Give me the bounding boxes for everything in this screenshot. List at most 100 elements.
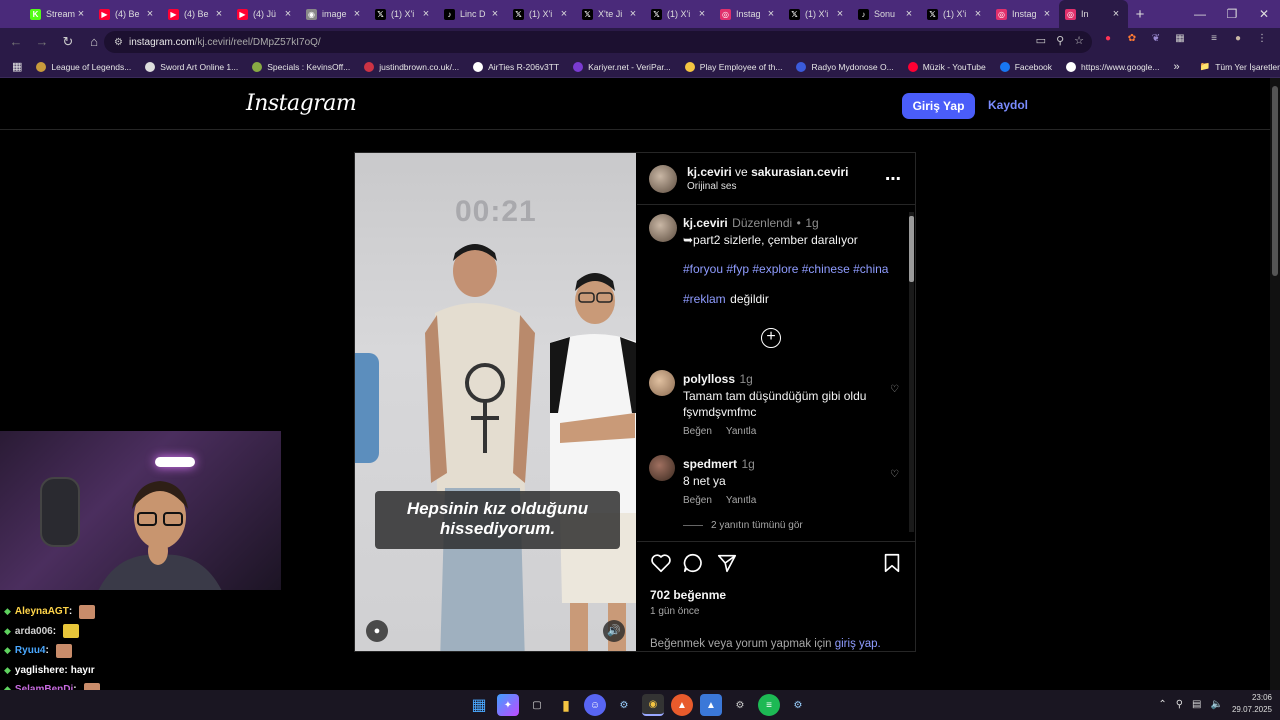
- browser-tab[interactable]: 𝕏 (1) X'i ×: [507, 0, 576, 28]
- browser-tab[interactable]: ◎ Instag ×: [714, 0, 783, 28]
- media-control-icon[interactable]: ≡: [1206, 31, 1222, 47]
- signup-link[interactable]: Kaydol: [988, 98, 1028, 112]
- page-scrollbar[interactable]: [1270, 78, 1280, 690]
- chat-username[interactable]: yaglishere: [15, 665, 64, 676]
- view-replies-link[interactable]: 2 yanıtın tümünü gör: [683, 520, 903, 531]
- bookmark-item[interactable]: League of Legends...: [36, 61, 131, 72]
- chat-username[interactable]: arda006: [15, 626, 53, 637]
- steam-icon[interactable]: ⚙: [613, 694, 635, 716]
- extension-red-icon[interactable]: ●: [1100, 31, 1116, 47]
- browser-tab[interactable]: ◉ image ×: [300, 0, 369, 28]
- home-icon[interactable]: ⌂: [82, 30, 106, 54]
- caption-hashtags[interactable]: #foryou #fyp #explore #chinese #china: [683, 262, 903, 276]
- tab-close-icon[interactable]: ×: [765, 8, 777, 20]
- network-icon[interactable]: ▤: [1192, 699, 1201, 710]
- chrome-icon[interactable]: ◉: [642, 694, 664, 716]
- menu-kebab-icon[interactable]: ⋮: [1254, 31, 1270, 47]
- tab-close-icon[interactable]: ×: [558, 8, 570, 20]
- forward-icon[interactable]: →: [30, 30, 54, 54]
- spotify-icon[interactable]: ≡: [758, 694, 780, 716]
- author-avatar[interactable]: [649, 165, 677, 193]
- bookmarks-overflow-icon[interactable]: »: [1173, 61, 1179, 73]
- reel-video[interactable]: 00:21 Hepsinin kız olduğunu hissediyorum…: [355, 153, 636, 651]
- bookmark-item[interactable]: https://www.google...: [1066, 61, 1159, 72]
- browser-tab[interactable]: ▶ (4) Be ×: [162, 0, 231, 28]
- tab-close-icon[interactable]: ×: [489, 8, 501, 20]
- bookmark-item[interactable]: Radyo Mydonose O...: [796, 61, 894, 72]
- copilot-icon[interactable]: ✦: [497, 694, 519, 716]
- browser-tab[interactable]: 𝕏 (1) X'i ×: [783, 0, 852, 28]
- comment-user[interactable]: spedmert: [683, 457, 737, 471]
- bookmark-item[interactable]: Specials : KevinsOff...: [252, 61, 350, 72]
- file-explorer-icon[interactable]: ▮: [555, 694, 577, 716]
- caption-user[interactable]: kj.ceviri: [683, 216, 728, 230]
- more-options-icon[interactable]: ⋯: [885, 169, 901, 189]
- bookmark-item[interactable]: justindbrown.co.uk/...: [364, 61, 459, 72]
- tab-close-icon[interactable]: ×: [696, 8, 708, 20]
- chat-username[interactable]: AleynaAGT: [15, 606, 69, 617]
- comment-like-link[interactable]: Beğen: [683, 495, 712, 506]
- load-more-comments-icon[interactable]: +: [761, 328, 781, 348]
- comment-heart-icon[interactable]: ♡: [890, 384, 899, 395]
- share-send-icon[interactable]: [716, 552, 738, 574]
- tab-close-icon[interactable]: ×: [282, 8, 294, 20]
- comment-avatar[interactable]: [649, 455, 675, 481]
- bookmark-item[interactable]: AirTies R-206v3TT: [473, 61, 559, 72]
- browser-tab[interactable]: 𝕏 (1) X'i ×: [369, 0, 438, 28]
- login-button[interactable]: Giriş Yap: [902, 93, 975, 119]
- login-prompt-link[interactable]: giriş yap.: [835, 638, 881, 650]
- new-tab-icon[interactable]: +: [1128, 6, 1152, 23]
- bookmark-item[interactable]: Müzik - YouTube: [907, 61, 986, 72]
- tagged-user-icon[interactable]: ●: [366, 620, 388, 642]
- bookmark-item[interactable]: Play Employee of th...: [684, 61, 782, 72]
- hashtag-reklam[interactable]: #reklam: [683, 292, 726, 306]
- all-bookmarks-folder[interactable]: 📁 Tüm Yer İşaretleri: [1200, 61, 1280, 72]
- comments-scrollbar[interactable]: [907, 206, 915, 539]
- browser-tab[interactable]: ♪ Linc D ×: [438, 0, 507, 28]
- windows-start-icon[interactable]: ▦: [468, 694, 490, 716]
- reload-icon[interactable]: ↻: [56, 30, 80, 54]
- mute-icon[interactable]: 🔊: [603, 620, 625, 642]
- browser-tab[interactable]: ◎ Instag ×: [990, 0, 1059, 28]
- cast-icon[interactable]: ▭: [1036, 34, 1046, 47]
- restore-icon[interactable]: ❐: [1216, 0, 1248, 28]
- bookmark-item[interactable]: Kariyer.net - VeriPar...: [573, 61, 671, 72]
- comment-like-link[interactable]: Beğen: [683, 426, 712, 437]
- url-bar[interactable]: ⚙ instagram.com/kj.ceviri/reel/DMpZ57kI7…: [104, 31, 1092, 53]
- tab-close-icon[interactable]: ×: [627, 8, 639, 20]
- system-clock[interactable]: 23:06 29.07.2025: [1232, 692, 1272, 716]
- tab-close-icon[interactable]: ×: [213, 8, 225, 20]
- browser-tab[interactable]: 𝕏 (1) X'i ×: [921, 0, 990, 28]
- instagram-logo[interactable]: Instagram: [246, 91, 357, 116]
- comment-reply-link[interactable]: Yanıtla: [726, 495, 756, 506]
- bookmark-item[interactable]: Facebook: [999, 61, 1052, 72]
- comment-bubble-icon[interactable]: [682, 552, 704, 574]
- bookmark-star-icon[interactable]: ☆: [1074, 34, 1084, 47]
- apps-grid-icon[interactable]: ▦: [12, 60, 22, 73]
- browser-tab[interactable]: K Stream ×: [24, 0, 93, 28]
- microphone-icon[interactable]: ⚲: [1176, 699, 1183, 710]
- tab-close-icon[interactable]: ×: [1110, 8, 1122, 20]
- tab-close-icon[interactable]: ×: [144, 8, 156, 20]
- discord-icon[interactable]: ☺: [584, 694, 606, 716]
- photos-icon[interactable]: ▲: [700, 694, 722, 716]
- chat-username[interactable]: Ryuu4: [15, 645, 46, 656]
- brave-icon[interactable]: ▲: [671, 694, 693, 716]
- minimize-icon[interactable]: —: [1184, 0, 1216, 28]
- bookmark-item[interactable]: Sword Art Online 1...: [145, 61, 238, 72]
- steam-client-icon[interactable]: ⚙: [787, 694, 809, 716]
- comment-heart-icon[interactable]: ♡: [890, 469, 899, 480]
- browser-tab[interactable]: ◎ In ×: [1059, 0, 1128, 28]
- caption-avatar[interactable]: [649, 214, 677, 242]
- comment-avatar[interactable]: [649, 370, 675, 396]
- extensions-puzzle-icon[interactable]: ▦: [1172, 31, 1188, 47]
- zoom-icon[interactable]: ⚲: [1056, 34, 1064, 47]
- like-heart-icon[interactable]: [650, 552, 672, 574]
- settings-icon[interactable]: ⚙: [729, 694, 751, 716]
- tab-close-icon[interactable]: ×: [1041, 8, 1053, 20]
- tab-close-icon[interactable]: ×: [75, 8, 87, 20]
- coauthor-link[interactable]: sakurasian.ceviri: [751, 165, 848, 179]
- profile-avatar-icon[interactable]: ●: [1230, 31, 1246, 47]
- audio-link[interactable]: Orijinal ses: [687, 181, 736, 192]
- author-link[interactable]: kj.ceviri: [687, 165, 732, 179]
